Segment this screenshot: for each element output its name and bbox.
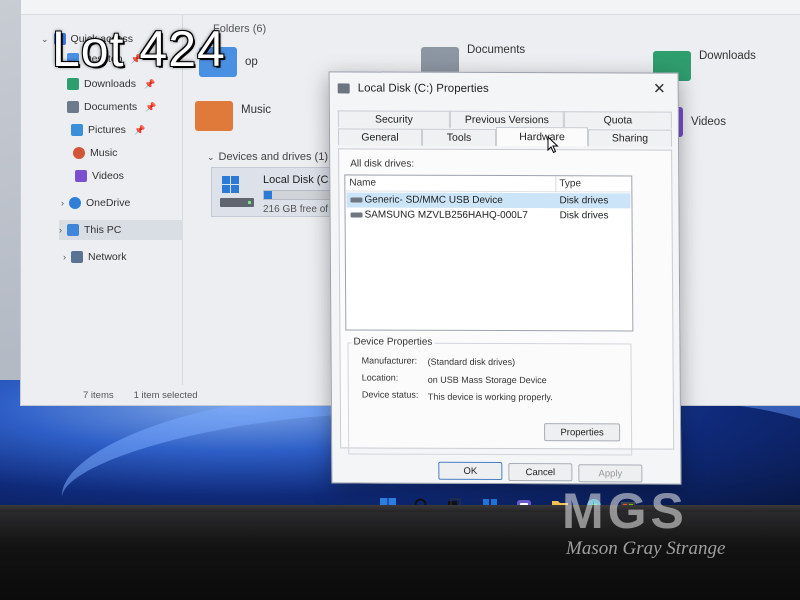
ok-button[interactable]: OK bbox=[438, 461, 503, 480]
windows-drive-icon bbox=[220, 176, 254, 207]
nav-downloads[interactable]: Downloads 📌 bbox=[67, 74, 155, 94]
column-header-name[interactable]: Name bbox=[349, 177, 376, 188]
disk-drive-icon bbox=[350, 212, 363, 218]
computer-icon bbox=[67, 224, 79, 236]
dialog-title-bar[interactable]: Local Disk (C:) Properties bbox=[330, 72, 678, 105]
folder-label: op bbox=[245, 56, 258, 68]
folder-label: Music bbox=[241, 104, 272, 116]
tab-hardware[interactable]: Hardware bbox=[495, 126, 589, 147]
nav-label: OneDrive bbox=[86, 197, 131, 209]
folder-videos[interactable]: Videos bbox=[673, 107, 726, 137]
tab-previous-versions[interactable]: Previous Versions bbox=[449, 110, 564, 129]
selection-count: 1 item selected bbox=[133, 389, 198, 401]
properties-dialog: Local Disk (C:) Properties ✕ Security Pr… bbox=[328, 71, 682, 485]
nav-onedrive[interactable]: › OneDrive bbox=[61, 193, 130, 213]
table-row[interactable]: SAMSUNG MZVLB256HAHQ-000L7 Disk drives bbox=[347, 207, 631, 223]
nav-music[interactable]: Music bbox=[73, 143, 117, 163]
mouse-pointer-icon bbox=[547, 136, 559, 154]
disk-drives-list[interactable]: Name Type Generic- SD/MMC USB Device Dis… bbox=[344, 174, 634, 332]
folder-label: Downloads bbox=[699, 50, 756, 62]
nav-documents[interactable]: Documents 📌 bbox=[67, 97, 156, 117]
nav-label: Music bbox=[90, 147, 118, 159]
lot-number-label: Lot 424 bbox=[52, 21, 226, 77]
all-disk-drives-label: All disk drives: bbox=[350, 158, 415, 170]
drive-row-name: Generic- SD/MMC USB Device bbox=[364, 194, 503, 206]
device-status-label: Device status: bbox=[361, 389, 419, 400]
chevron-right-icon: › bbox=[63, 252, 66, 262]
device-status-value: This device is working properly. bbox=[427, 391, 553, 403]
manufacturer-label: Manufacturer: bbox=[361, 355, 418, 366]
tab-tools[interactable]: Tools bbox=[421, 128, 497, 146]
column-header-type[interactable]: Type bbox=[559, 178, 581, 189]
nav-videos[interactable]: Videos bbox=[75, 166, 124, 186]
item-count: 7 items bbox=[83, 389, 114, 401]
chevron-right-icon: › bbox=[61, 198, 64, 208]
video-icon bbox=[75, 170, 87, 182]
pin-icon: 📌 bbox=[145, 101, 157, 112]
drive-name: Local Disk (C:) bbox=[263, 174, 336, 186]
tab-sharing[interactable]: Sharing bbox=[587, 129, 673, 147]
music-icon bbox=[73, 147, 85, 159]
chevron-down-icon: ⌄ bbox=[207, 152, 215, 162]
dialog-title: Local Disk (C:) Properties bbox=[357, 82, 489, 95]
pin-icon: 📌 bbox=[133, 124, 146, 135]
device-properties-title: Device Properties bbox=[351, 336, 435, 348]
drive-usage-fill bbox=[264, 191, 273, 199]
drive-row-type: Disk drives bbox=[559, 210, 609, 222]
list-header: Name Type bbox=[345, 175, 632, 193]
folder-label: Documents bbox=[467, 44, 526, 56]
document-icon bbox=[67, 101, 79, 113]
pin-icon: 📌 bbox=[143, 78, 156, 89]
nav-label: Documents bbox=[84, 101, 138, 113]
nav-pictures[interactable]: Pictures 📌 bbox=[71, 120, 145, 140]
nav-label: Network bbox=[88, 251, 127, 263]
apply-button[interactable]: Apply bbox=[578, 464, 643, 483]
tab-security[interactable]: Security bbox=[337, 110, 450, 128]
close-icon[interactable]: ✕ bbox=[653, 81, 666, 98]
drive-icon bbox=[337, 83, 350, 94]
location-value: on USB Mass Storage Device bbox=[427, 374, 547, 386]
nav-label: Pictures bbox=[88, 124, 126, 136]
folder-label: Videos bbox=[691, 116, 726, 128]
folder-music[interactable]: Music bbox=[195, 101, 271, 131]
location-label: Location: bbox=[361, 372, 399, 383]
properties-button[interactable]: Properties bbox=[544, 423, 621, 442]
watermark-name: Mason Gray Strange bbox=[566, 538, 726, 559]
download-icon bbox=[67, 78, 79, 90]
nav-network[interactable]: › Network bbox=[63, 247, 127, 267]
chevron-down-icon: ⌄ bbox=[41, 33, 49, 44]
column-divider bbox=[555, 176, 557, 193]
explorer-toolbar bbox=[21, 0, 800, 15]
drive-row-type: Disk drives bbox=[559, 195, 609, 207]
nav-label: Videos bbox=[92, 170, 124, 182]
nav-label: Downloads bbox=[84, 78, 136, 90]
devices-drives-label: Devices and drives (1) bbox=[218, 151, 328, 163]
music-folder-icon bbox=[195, 101, 233, 131]
pictures-icon bbox=[71, 124, 83, 136]
tab-general[interactable]: General bbox=[337, 128, 423, 146]
nav-label: This PC bbox=[84, 224, 122, 236]
network-icon bbox=[71, 251, 83, 263]
chevron-right-icon: › bbox=[59, 225, 62, 235]
cloud-icon bbox=[69, 197, 81, 209]
disk-drive-icon bbox=[350, 197, 363, 203]
cancel-button[interactable]: Cancel bbox=[508, 463, 573, 482]
nav-this-pc[interactable]: › This PC bbox=[59, 220, 183, 240]
manufacturer-value: (Standard disk drives) bbox=[427, 356, 516, 368]
devices-drives-header[interactable]: ⌄ Devices and drives (1) bbox=[207, 151, 328, 163]
table-row[interactable]: Generic- SD/MMC USB Device Disk drives bbox=[346, 192, 631, 209]
tab-quota[interactable]: Quota bbox=[563, 111, 672, 129]
drive-row-name: SAMSUNG MZVLB256HAHQ-000L7 bbox=[364, 209, 529, 222]
watermark-logo: MGS bbox=[562, 483, 688, 539]
